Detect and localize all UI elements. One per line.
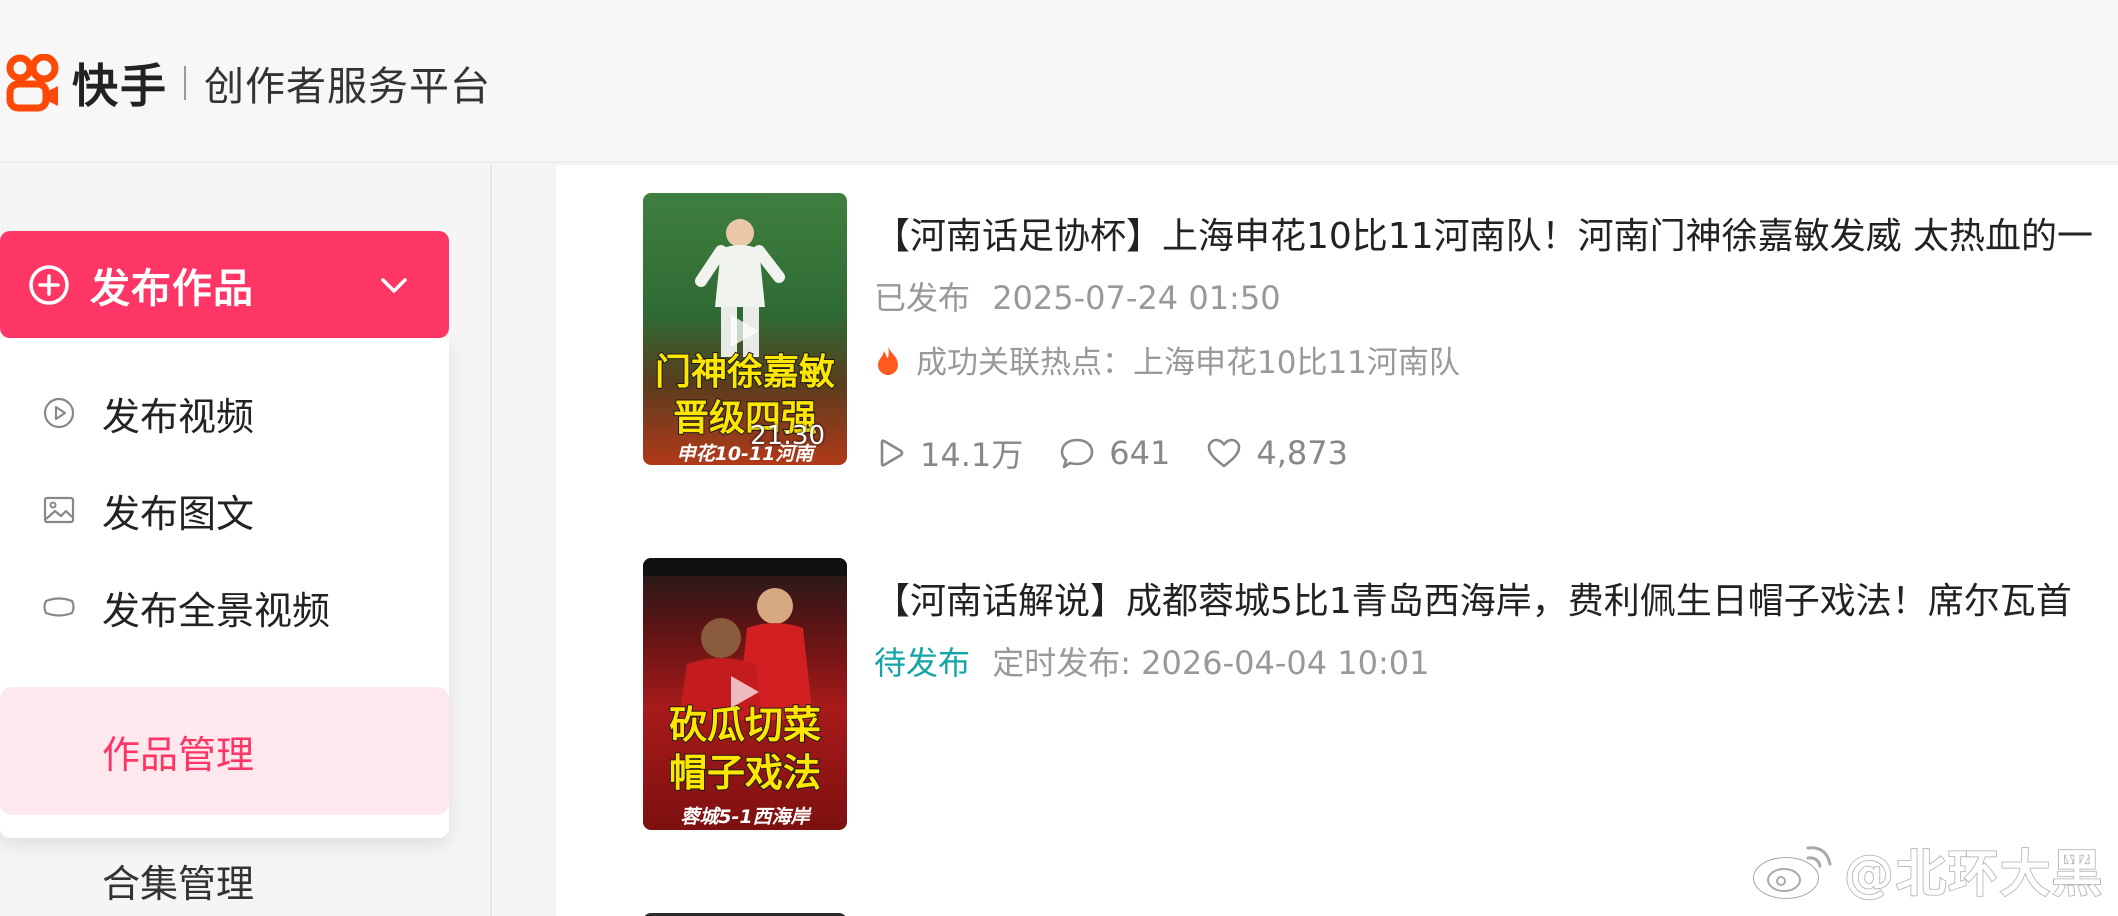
publish-status: 已发布: [874, 279, 971, 317]
views-count: 14.1万: [920, 436, 1024, 474]
image-icon: [43, 496, 75, 524]
logo-name: 快手: [72, 59, 168, 113]
sidebar-item-label: 作品管理: [102, 732, 255, 777]
hot-topic-text: 成功关联热点：上海申花10比11河南队: [916, 345, 1460, 381]
comment-icon: [1060, 438, 1094, 469]
play-icon: [731, 676, 759, 708]
thumbnail-subcaption: 蓉城5-1西海岸: [680, 806, 810, 828]
thumbnail-caption: 帽子戏法: [668, 750, 822, 796]
publish-status-line: 待发布 定时发布: 2026-04-04 10:01: [874, 638, 1430, 684]
top-header: 快手 创作者服务平台: [0, 0, 2118, 163]
publish-work-button[interactable]: 发布作品: [0, 231, 449, 338]
works-list: 门神徐嘉敏 晋级四强 申花10-11河南 21:30 【河南话足协杯】上海申花1…: [556, 165, 2118, 916]
weibo-icon: [1753, 846, 1832, 899]
watermark-text: @北环大黑: [1843, 844, 2104, 904]
logo-divider: [184, 66, 186, 100]
menu-item-publish-image-text[interactable]: 发布图文: [0, 465, 449, 555]
likes-count: 4,873: [1256, 434, 1348, 472]
comments-count: 641: [1109, 434, 1171, 472]
views-stat: 14.1万: [874, 430, 1023, 476]
publish-status-line: 已发布 2025-07-24 01:50: [874, 273, 1281, 319]
broadcast-bar: [643, 558, 847, 576]
video-thumbnail[interactable]: 砍瓜切菜 帽子戏法 蓉城5-1西海岸: [643, 558, 847, 830]
sidebar: 发布作品 发布视频 发布图文 发布全景视频 作品管理 合集管理: [0, 165, 492, 916]
menu-item-publish-panorama[interactable]: 发布全景视频: [0, 562, 449, 652]
publish-work-label: 发布作品: [90, 265, 254, 312]
sidebar-item-label: 合集管理: [102, 861, 255, 906]
comments-stat: 641: [1059, 434, 1170, 472]
play-icon: [731, 315, 759, 347]
flame-icon: [878, 345, 898, 375]
chevron-down-icon[interactable]: [377, 268, 411, 302]
video-thumbnail[interactable]: 门神徐嘉敏 晋级四强 申花10-11河南 21:30: [643, 193, 847, 465]
kuaishou-logo[interactable]: 快手 创作者服务平台: [6, 50, 491, 116]
platform-title: 创作者服务平台: [204, 64, 491, 110]
work-title[interactable]: 【河南话解说】成都蓉城5比1青岛西海岸，费利佩生日帽子戏法！席尔瓦首: [874, 572, 2072, 624]
menu-item-label: 发布视频: [102, 394, 255, 439]
publish-status: 待发布: [874, 644, 971, 682]
panorama-icon: [43, 597, 75, 617]
play-outline-icon: [880, 439, 904, 467]
video-duration: 21:30: [750, 421, 825, 451]
menu-item-label: 发布图文: [102, 491, 255, 536]
sidebar-item-works-management[interactable]: 作品管理: [0, 687, 449, 815]
sidebar-item-collection-management[interactable]: 合集管理: [0, 830, 449, 916]
publish-time: 2025-07-24 01:50: [992, 279, 1281, 317]
heart-icon: [1208, 438, 1241, 468]
work-stats: 14.1万 641 4,873: [874, 430, 1384, 476]
weibo-watermark: @北环大黑: [1750, 834, 2104, 906]
menu-item-publish-video[interactable]: 发布视频: [0, 368, 449, 458]
work-title[interactable]: 【河南话足协杯】上海申花10比11河南队！河南门神徐嘉敏发威 太热血的一: [874, 207, 2093, 259]
plus-circle-icon: [29, 264, 69, 305]
likes-stat: 4,873: [1206, 434, 1348, 472]
play-circle-icon: [43, 397, 75, 429]
menu-item-label: 发布全景视频: [102, 588, 331, 633]
kuaishou-logo-icon: [6, 54, 59, 112]
hot-topic-line: 成功关联热点：上海申花10比11河南队: [874, 337, 1460, 382]
publish-time: 定时发布: 2026-04-04 10:01: [992, 644, 1430, 682]
